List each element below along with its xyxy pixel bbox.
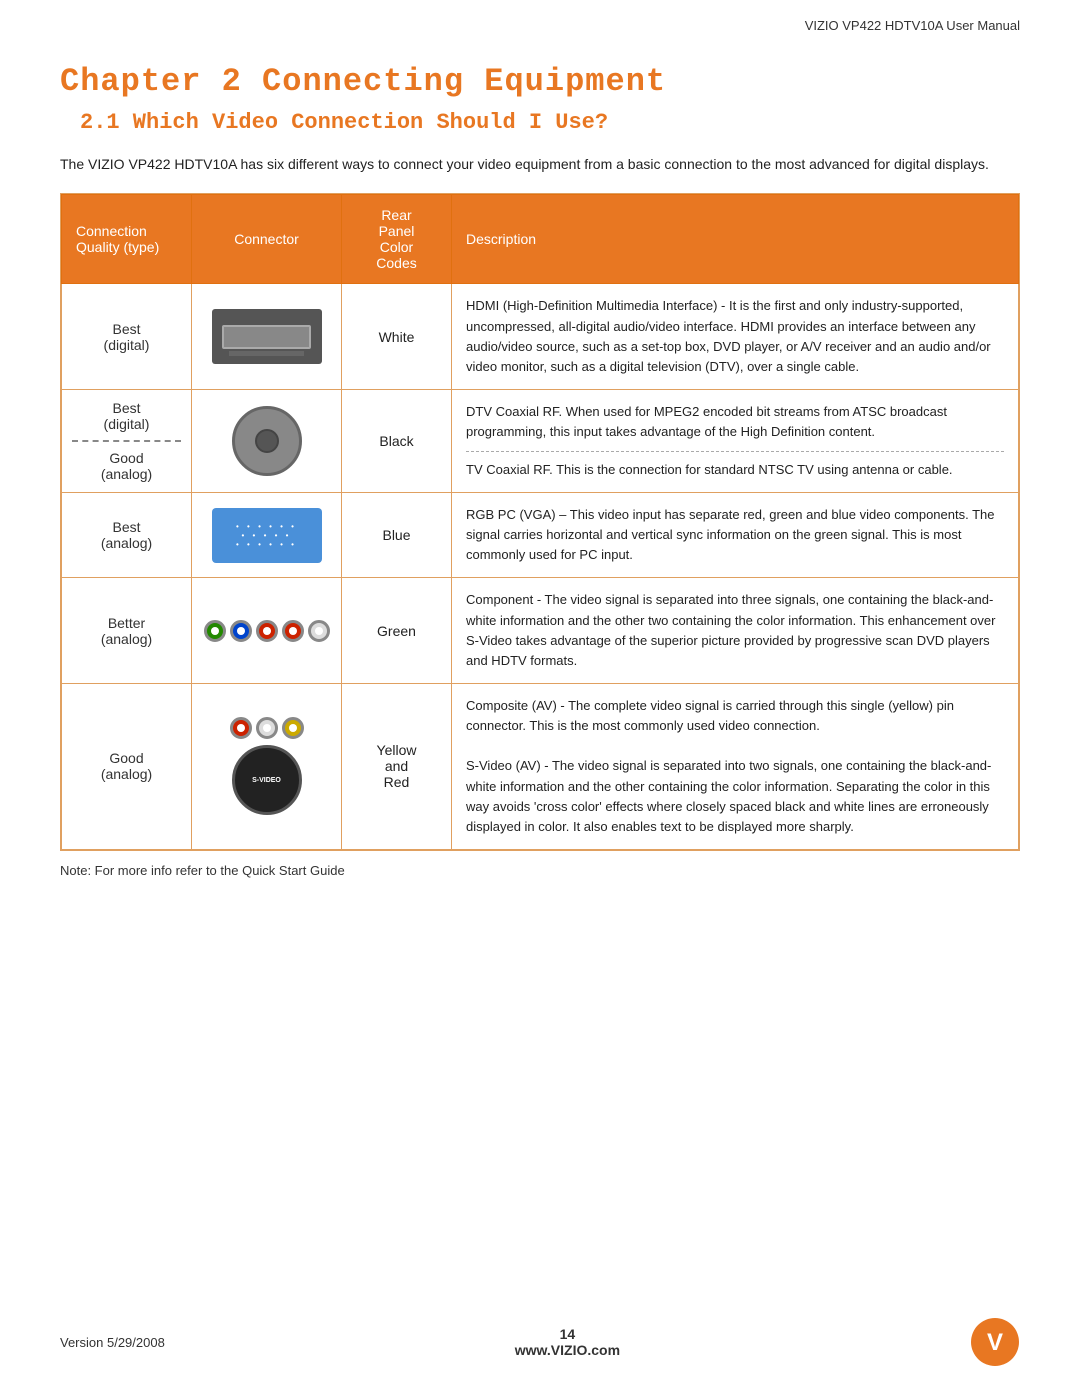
desc-cell-vga: RGB PC (VGA) – This video input has sepa… xyxy=(452,492,1019,577)
desc-text-composite: Composite (AV) - The complete video sign… xyxy=(466,698,954,733)
color-cell-blue: Blue xyxy=(342,492,452,577)
composite-rca-white xyxy=(256,717,278,739)
header-description: Description xyxy=(452,195,1019,284)
desc-cell-component: Component - The video signal is separate… xyxy=(452,578,1019,684)
desc-text-rf2: TV Coaxial RF. This is the connection fo… xyxy=(466,462,953,477)
quality-separator xyxy=(72,440,181,442)
desc-text-vga: RGB PC (VGA) – This video input has sepa… xyxy=(466,507,995,562)
color-label-white: White xyxy=(379,329,415,345)
vizio-logo: V xyxy=(970,1317,1020,1367)
connector-cell-component xyxy=(192,578,342,684)
rf-connector-image xyxy=(232,406,302,476)
rca-white xyxy=(308,620,330,642)
chapter-title: Chapter 2 Connecting Equipment xyxy=(60,63,1020,100)
desc-text-rf1: DTV Coaxial RF. When used for MPEG2 enco… xyxy=(466,404,947,439)
desc-text-svideo: S-Video (AV) - The video signal is separ… xyxy=(466,758,991,833)
composite-connector-image xyxy=(230,717,304,739)
composite-rca-red xyxy=(230,717,252,739)
connection-table-wrapper: ConnectionQuality (type) Connector RearP… xyxy=(60,193,1020,851)
composite-rca-yellow xyxy=(282,717,304,739)
section-title: 2.1 Which Video Connection Should I Use? xyxy=(60,110,1020,135)
quality-cell-composite: Good(analog) xyxy=(62,683,192,849)
color-cell-yellow-red: YellowandRed xyxy=(342,683,452,849)
vga-connector-image xyxy=(212,508,322,563)
footer-version: Version 5/29/2008 xyxy=(60,1335,165,1350)
quality-cell-vga: Best(analog) xyxy=(62,492,192,577)
page-content: Chapter 2 Connecting Equipment 2.1 Which… xyxy=(0,33,1080,918)
color-cell-green: Green xyxy=(342,578,452,684)
page-header: VIZIO VP422 HDTV10A User Manual xyxy=(0,0,1080,33)
rca-blue xyxy=(230,620,252,642)
footer-page: 14 xyxy=(165,1326,970,1342)
color-label-blue: Blue xyxy=(382,527,410,543)
table-row: Good(analog) Yellowand xyxy=(62,683,1019,849)
connector-cell-composite xyxy=(192,683,342,849)
intro-paragraph: The VIZIO VP422 HDTV10A has six differen… xyxy=(60,153,1020,175)
quality-cell-component: Better(analog) xyxy=(62,578,192,684)
hdmi-connector-image xyxy=(212,309,322,364)
color-label-green: Green xyxy=(377,623,416,639)
connector-cell-hdmi xyxy=(192,284,342,390)
table-row: Best(digital) White HDMI (High-Definitio… xyxy=(62,284,1019,390)
svideo-connector-image xyxy=(232,745,302,815)
composite-svideo-images xyxy=(202,717,331,815)
footer-center: 14 www.VIZIO.com xyxy=(165,1326,970,1358)
component-connector-image xyxy=(202,620,331,642)
quality-cell: Best(digital) xyxy=(62,284,192,390)
desc-text-component: Component - The video signal is separate… xyxy=(466,592,995,667)
table-row: Better(analog) Green xyxy=(62,578,1019,684)
connector-cell-vga xyxy=(192,492,342,577)
color-label-black: Black xyxy=(379,433,413,449)
svg-text:V: V xyxy=(987,1329,1003,1356)
table-header: ConnectionQuality (type) Connector RearP… xyxy=(62,195,1019,284)
table-row: Best(analog) Blue RGB PC (VGA) – This vi… xyxy=(62,492,1019,577)
color-label-yellow-red: YellowandRed xyxy=(377,742,417,790)
table-row: Best(digital) Good(analog) Black DTV Coa… xyxy=(62,389,1019,492)
desc-cell-hdmi: HDMI (High-Definition Multimedia Interfa… xyxy=(452,284,1019,390)
rca-red-1 xyxy=(256,620,278,642)
manual-title: VIZIO VP422 HDTV10A User Manual xyxy=(805,18,1020,33)
footer-website: www.VIZIO.com xyxy=(165,1342,970,1358)
desc-separator xyxy=(466,451,1004,452)
connector-cell-rf xyxy=(192,389,342,492)
desc-text-hdmi: HDMI (High-Definition Multimedia Interfa… xyxy=(466,298,991,373)
page-footer: Version 5/29/2008 14 www.VIZIO.com V xyxy=(60,1317,1020,1367)
connection-table: ConnectionQuality (type) Connector RearP… xyxy=(61,194,1019,850)
rca-red-2 xyxy=(282,620,304,642)
header-quality: ConnectionQuality (type) xyxy=(62,195,192,284)
rca-green xyxy=(204,620,226,642)
desc-cell-composite: Composite (AV) - The complete video sign… xyxy=(452,683,1019,849)
table-body: Best(digital) White HDMI (High-Definitio… xyxy=(62,284,1019,850)
header-color: RearPanelColorCodes xyxy=(342,195,452,284)
note-text: Note: For more info refer to the Quick S… xyxy=(60,863,1020,878)
quality-cell-rf: Best(digital) Good(analog) xyxy=(62,389,192,492)
header-connector: Connector xyxy=(192,195,342,284)
color-cell-black: Black xyxy=(342,389,452,492)
desc-cell-rf: DTV Coaxial RF. When used for MPEG2 enco… xyxy=(452,389,1019,492)
color-cell-white: White xyxy=(342,284,452,390)
